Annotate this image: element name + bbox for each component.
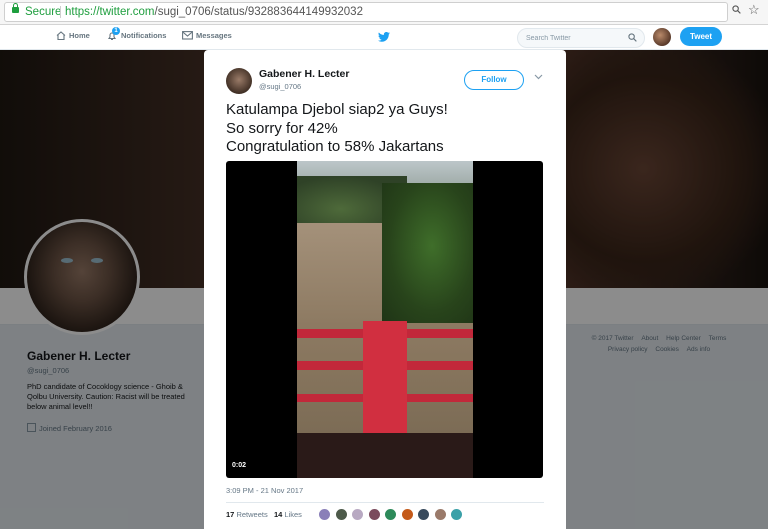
tweet-author-name[interactable]: Gabener H. Lecter <box>259 68 349 80</box>
url-text[interactable]: https://twitter.com/sugi_0706/status/932… <box>65 3 363 21</box>
tweet-text: Katulampa Djebol siap2 ya Guys! So sorry… <box>226 101 546 157</box>
tweet-text-line-3: Congratulation to 58% Jakartans <box>226 138 444 155</box>
video-trees-right <box>382 183 473 323</box>
twitter-bird-icon[interactable] <box>378 32 390 42</box>
liker-avatar[interactable] <box>334 508 348 521</box>
url-path: /sugi_0706/status/932883644149932032 <box>154 6 363 18</box>
liker-avatar[interactable] <box>417 508 430 521</box>
video-frame <box>297 161 473 478</box>
url-host: twitter.com <box>99 6 155 18</box>
retweets-stat[interactable]: 17 Retweets <box>226 510 268 519</box>
liker-avatar[interactable] <box>367 508 381 521</box>
likes-label: Likes <box>284 510 302 519</box>
liker-avatar[interactable] <box>400 508 414 521</box>
address-bar[interactable]: Secure https://twitter.com/sugi_0706/sta… <box>4 2 728 22</box>
top-nav: Home 1 Notifications Messages Tweet <box>0 25 768 50</box>
home-icon <box>56 31 66 40</box>
liker-avatar[interactable] <box>351 508 364 521</box>
video-foreground <box>297 433 473 478</box>
likes-stat[interactable]: 14 Likes <box>274 510 302 519</box>
secure-label: Secure <box>25 6 62 18</box>
tweet-stats: 17 Retweets 14 Likes <box>226 510 302 519</box>
follow-button[interactable]: Follow <box>464 70 524 90</box>
stats-divider <box>226 502 544 503</box>
lock-icon <box>12 3 19 13</box>
tweet-video[interactable]: 0:02 <box>226 161 543 478</box>
nav-home-label: Home <box>69 31 90 40</box>
video-timecode: 0:02 <box>232 462 247 469</box>
browser-toolbar: Secure https://twitter.com/sugi_0706/sta… <box>0 0 768 25</box>
url-scheme: https:// <box>65 6 100 18</box>
tweet-timestamp[interactable]: 3:09 PM - 21 Nov 2017 <box>226 486 303 495</box>
nav-messages-label: Messages <box>196 31 232 40</box>
address-divider <box>60 6 61 18</box>
search-box <box>517 28 645 48</box>
likes-count: 14 <box>273 510 283 519</box>
tweet-author-handle[interactable]: @sugi_0706 <box>259 82 301 91</box>
liker-avatar[interactable] <box>450 508 463 521</box>
zoom-icon[interactable] <box>732 5 741 14</box>
tweet-modal: Gabener H. Lecter @sugi_0706 Follow Katu… <box>204 50 566 529</box>
bookmark-star-icon[interactable]: ☆ <box>748 3 760 17</box>
account-avatar[interactable] <box>653 28 671 46</box>
liker-avatar[interactable] <box>433 508 447 521</box>
notifications-badge: 1 <box>112 27 120 35</box>
search-input[interactable] <box>526 31 622 45</box>
retweets-label: Retweets <box>236 510 268 519</box>
envelope-icon <box>182 31 193 40</box>
nav-notifications-label: Notifications <box>121 31 167 40</box>
liker-avatar[interactable] <box>384 508 397 521</box>
tweet-text-line-2: So sorry for 42% <box>226 119 338 137</box>
tweet-author-avatar[interactable] <box>226 68 252 94</box>
retweets-count: 17 <box>226 510 235 519</box>
chevron-down-icon[interactable] <box>534 74 543 80</box>
compose-tweet-button[interactable]: Tweet <box>680 27 722 46</box>
tweet-text-line-1: Katulampa Djebol siap2 ya Guys! <box>226 101 448 118</box>
search-icon[interactable] <box>628 33 637 42</box>
liker-avatar[interactable] <box>318 508 331 521</box>
